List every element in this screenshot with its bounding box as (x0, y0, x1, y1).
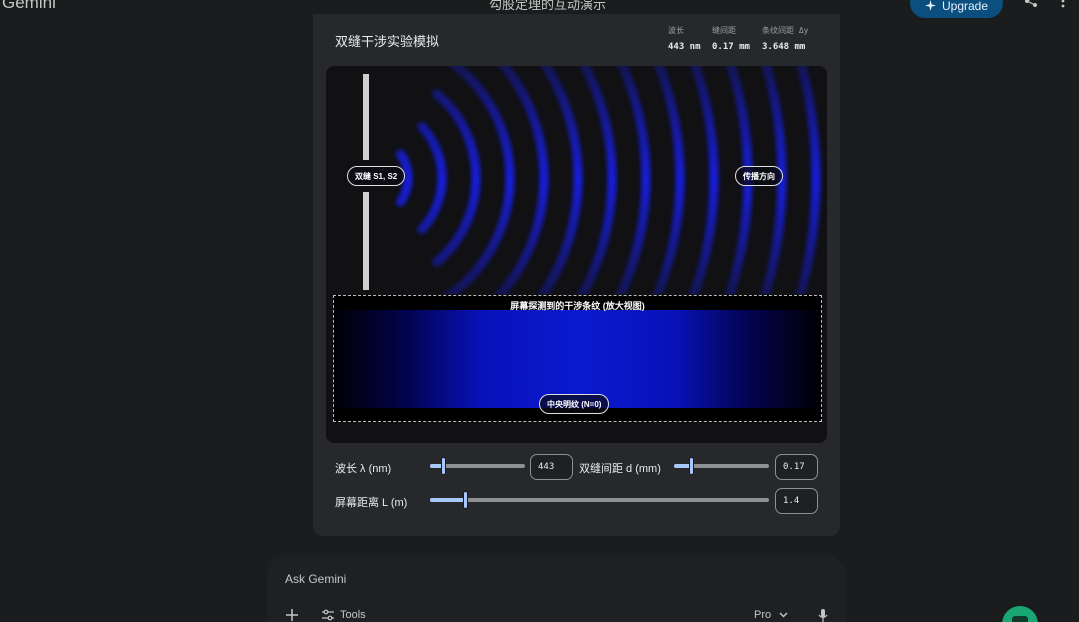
tools-label: Tools (340, 609, 366, 621)
wavefront-arc (538, 66, 583, 294)
wavelength-label: 波长 λ (nm) (335, 463, 392, 475)
sparkle-icon (924, 0, 936, 11)
upgrade-label: Upgrade (941, 0, 989, 13)
slit-distance-label: 双缝间距 d (mm) (579, 463, 661, 475)
stat-value-wavelength: 443 nm (668, 42, 701, 52)
chat-title[interactable]: 勾股定理的互动演示 (489, 0, 606, 13)
mic-icon[interactable] (818, 609, 828, 622)
wavelength-slider-thumb[interactable] (441, 457, 446, 475)
central-fringe-label: 中央明纹 (N=0) (539, 394, 610, 414)
simulation-title: 双缝干涉实验模拟 (335, 34, 440, 49)
wavefront-arc (417, 122, 447, 234)
simulation-canvas: 双缝 S1, S2 传播方向 屏幕探测到的干涉条纹 (放大视图) 中央明纹 (N… (326, 66, 827, 443)
screen-distance-input[interactable]: 1.4 (775, 488, 818, 514)
model-label: Pro (754, 609, 772, 621)
screen-pattern-view: 屏幕探测到的干涉条纹 (放大视图) 中央明纹 (N=0) (333, 295, 822, 422)
slit-label: 双缝 S1, S2 (347, 166, 406, 186)
tools-button[interactable]: Tools (322, 609, 366, 621)
slit-distance-slider[interactable] (674, 457, 769, 475)
wavefront-arc (494, 66, 549, 294)
plus-icon[interactable] (286, 609, 298, 621)
ask-bar: Ask Gemini Tools Pro (267, 555, 846, 622)
screen-distance-slider[interactable] (430, 491, 769, 509)
top-bar: Gemini 勾股定理的互动演示 Upgrade (0, 0, 1079, 18)
screen-title: 屏幕探测到的干涉条纹 (放大视图) (510, 301, 645, 311)
slit-barrier-top (363, 74, 369, 160)
floating-action-button[interactable] (1002, 606, 1038, 622)
stat-value-fringe-spacing: 3.648 mm (762, 42, 806, 52)
chevron-down-icon (779, 612, 788, 618)
simulation-card: 双缝干涉实验模拟 波长 缝间距 条纹间距 Δy 443 nm 0.17 mm 3… (313, 14, 840, 536)
slit-distance-input[interactable]: 0.17 (775, 454, 818, 480)
slit-distance-slider-thumb[interactable] (689, 457, 694, 475)
stats-panel: 波长 缝间距 条纹间距 Δy 443 nm 0.17 mm 3.648 mm (668, 26, 828, 52)
stat-label-wavelength: 波长 (668, 26, 684, 35)
wavelength-input[interactable]: 443 (530, 454, 573, 480)
more-vert-icon[interactable] (1057, 0, 1069, 8)
stat-label-fringe-spacing: 条纹间距 Δy (762, 26, 809, 35)
upgrade-button[interactable]: Upgrade (910, 0, 1003, 18)
ask-input[interactable]: Ask Gemini (285, 572, 346, 586)
screen-distance-label: 屏幕距离 L (m) (335, 497, 408, 509)
brand-name[interactable]: Gemini (2, 0, 56, 13)
direction-label: 传播方向 (735, 166, 783, 186)
stat-value-slit-distance: 0.17 mm (712, 42, 750, 52)
fab-icon (1012, 616, 1028, 622)
wavelength-slider[interactable] (430, 457, 525, 475)
screen-distance-slider-fill (430, 498, 466, 502)
tune-icon (322, 609, 334, 621)
slit-barrier-bottom (363, 192, 369, 290)
stat-label-slit-distance: 缝间距 (712, 26, 736, 35)
model-selector[interactable]: Pro (754, 609, 788, 621)
share-icon[interactable] (1024, 0, 1038, 8)
screen-distance-slider-thumb[interactable] (463, 491, 468, 509)
